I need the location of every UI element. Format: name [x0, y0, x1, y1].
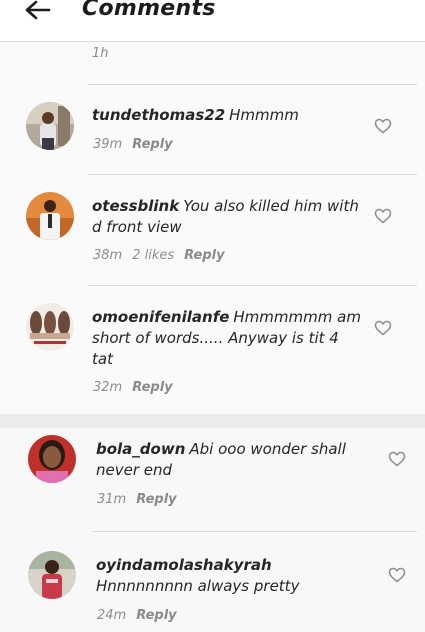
comment-username[interactable]: tundethomas22 — [92, 106, 225, 124]
comment-username[interactable]: oyindamolashakyrah — [96, 556, 272, 574]
comment-meta: 32m Reply — [93, 380, 183, 395]
reply-button[interactable]: Reply — [184, 248, 224, 263]
avatar[interactable] — [28, 435, 76, 483]
comment-username[interactable]: omoenifenilanfe — [92, 308, 229, 326]
page-title: Comments — [82, 0, 216, 21]
heart-outline-icon[interactable] — [388, 567, 406, 583]
comment-username[interactable]: otessblink — [92, 197, 179, 215]
reply-button[interactable]: Reply — [136, 608, 176, 623]
comment-text: bola_down Abi ooo wonder shall never end — [96, 439, 366, 481]
comment-text: tundethomas22 Hmmmm — [92, 105, 362, 126]
comment-text: omoenifenilanfe Hmmmmmm am short of words… — [92, 307, 362, 370]
comment-time: 24m — [97, 608, 127, 623]
avatar[interactable] — [26, 102, 74, 150]
comment-body: Hmmmm — [229, 106, 299, 124]
comment-meta: 39m Reply — [93, 137, 183, 152]
comment-time: 38m — [93, 248, 123, 263]
avatar[interactable] — [26, 192, 74, 240]
comment-time: 39m — [93, 137, 123, 152]
divider — [92, 531, 417, 532]
heart-outline-icon[interactable] — [388, 451, 406, 467]
reply-button[interactable]: Reply — [136, 492, 176, 507]
divider — [88, 285, 417, 286]
comment-meta: 38m 2 likes Reply — [93, 248, 235, 263]
heart-outline-icon[interactable] — [374, 208, 392, 224]
comment-meta: 31m Reply — [97, 492, 187, 507]
comment-username[interactable]: bola_down — [96, 440, 185, 458]
comment-body: Hnnnnnnnnn always pretty — [96, 577, 300, 595]
top-bar: Comments — [0, 0, 425, 42]
reply-button[interactable]: Reply — [132, 380, 172, 395]
previous-comment-time: 1h — [92, 46, 109, 61]
avatar[interactable] — [28, 551, 76, 599]
heart-outline-icon[interactable] — [374, 320, 392, 336]
divider — [88, 174, 417, 175]
comment-text: oyindamolashakyrah Hnnnnnnnnn always pret… — [96, 555, 366, 597]
comment-text: otessblink You also killed him with d fro… — [92, 196, 362, 238]
comment-time: 31m — [97, 492, 127, 507]
divider — [88, 84, 417, 85]
comment-time: 32m — [93, 380, 123, 395]
avatar[interactable] — [26, 303, 74, 351]
comment-meta: 24m Reply — [97, 608, 187, 623]
comment-likes[interactable]: 2 likes — [132, 248, 174, 263]
reply-button[interactable]: Reply — [132, 137, 172, 152]
heart-outline-icon[interactable] — [374, 118, 392, 134]
back-arrow-icon[interactable] — [22, 0, 52, 24]
